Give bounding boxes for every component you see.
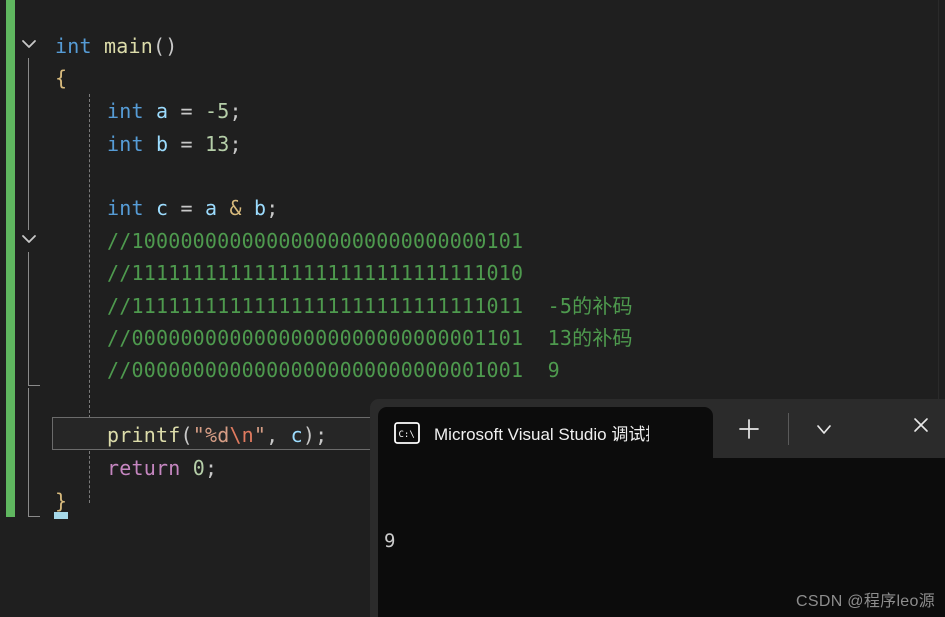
token-close-brace: } [55,489,68,513]
token-number-return: 0 [192,456,205,480]
chevron-down-icon[interactable] [810,415,838,443]
token-var-a: a [155,99,169,123]
token-function-main: main [103,34,153,58]
token-open-brace: { [55,66,68,90]
token-string-format: %d [204,423,230,447]
token-var-c-a: a [204,196,218,220]
token-var-c: c [155,196,169,220]
console-cmd-icon: C:\ [394,421,420,444]
token-space-c4 [217,196,229,220]
token-assign-a: = [180,99,193,123]
close-icon[interactable] [907,411,935,439]
token-printf-close-paren: ) [302,423,316,447]
token-space-c1 [144,196,156,220]
watermark: CSDN @程序leo源 [796,593,935,610]
console-tab-title: Microsoft Visual Studio 调试控 [434,425,649,444]
token-keyword-int-a: int [107,99,144,123]
code-line-comment-2[interactable]: //11111111111111111111111111111010 [0,257,945,289]
code-line-decl-a[interactable]: int a = -5; [0,95,945,127]
code-line-comment-5[interactable]: //00000000000000000000000000001001 9 [0,354,945,386]
token-keyword-int: int [55,34,92,58]
token-number-b: 13 [204,132,230,156]
token-space-b2 [168,132,180,156]
token-printf-comma: , [266,423,291,447]
token-semicolon-c: ; [266,196,279,220]
svg-text:C:\: C:\ [399,430,415,440]
console-titlebar[interactable]: C:\ Microsoft Visual Studio 调试控 [370,399,945,458]
plus-icon[interactable] [732,413,766,445]
token-space-c5 [242,196,254,220]
token-printf-semicolon: ; [315,423,328,447]
code-line-decl-c[interactable]: int c = a & b; [0,192,945,224]
token-space-a3 [193,99,205,123]
token-space-a2 [168,99,180,123]
token-space-a1 [144,99,156,123]
token-var-b: b [155,132,169,156]
token-string-open-quote: " [192,423,205,447]
console-tab[interactable]: C:\ Microsoft Visual Studio 调试控 [378,407,713,458]
token-semicolon-return: ; [204,456,218,480]
screenshot-root: int main() { int a = -5; int b = 13; int… [0,0,945,617]
token-space-c2 [168,196,180,220]
toolbar-divider [788,413,789,445]
code-line-decl-b[interactable]: int b = 13; [0,128,945,160]
code-line-comment-4[interactable]: //00000000000000000000000000001101 13的补码 [0,322,945,354]
token-bitand-operator: & [229,196,242,220]
token-space-r1 [180,456,192,480]
token-printf-arg: c [290,423,303,447]
token-function-printf: printf [107,423,181,447]
token-string-close-quote: " [253,423,267,447]
token-keyword-int-c: int [107,196,144,220]
console-output-line-0: 9 [384,530,396,552]
code-line-comment-3[interactable]: //11111111111111111111111111111011 -5的补码 [0,290,945,322]
token-var-c-b: b [253,196,267,220]
token-keyword-return: return [107,456,181,480]
code-line-comment-1[interactable]: //10000000000000000000000000000101 [0,225,945,257]
token-space-c3 [193,196,205,220]
token-space-b1 [144,132,156,156]
token-keyword-int-b: int [107,132,144,156]
token-semicolon-a: ; [229,99,242,123]
token-string-escape: \n [229,423,254,447]
token-assign-c: = [180,196,193,220]
code-line-open-brace[interactable]: { [0,62,945,94]
token-parens: () [152,34,178,58]
token-number-a: -5 [204,99,230,123]
debug-console-window[interactable]: C:\ Microsoft Visual Studio 调试控 9 [370,399,945,617]
token-space-b3 [193,132,205,156]
token-printf-open-paren: ( [180,423,193,447]
token-semicolon-b: ; [229,132,242,156]
code-line-main[interactable]: int main() [0,30,945,62]
token-assign-b: = [180,132,193,156]
